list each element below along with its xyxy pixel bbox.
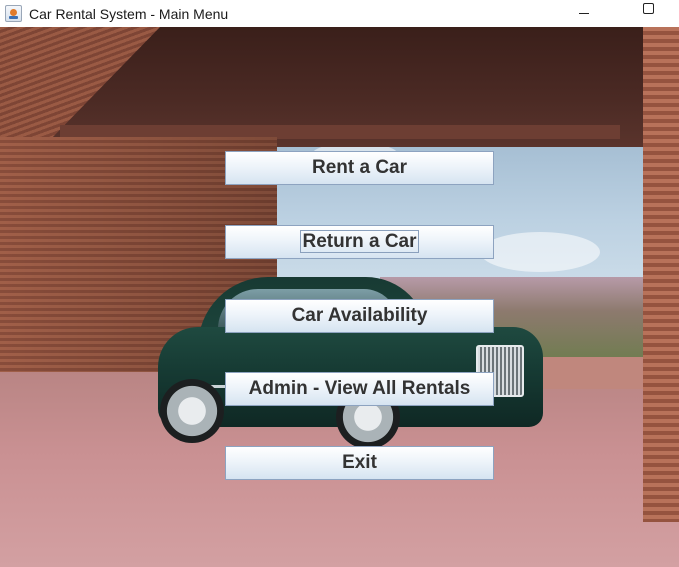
background-image bbox=[0, 27, 679, 567]
title-bar: Car Rental System - Main Menu bbox=[0, 0, 679, 27]
car-image bbox=[158, 267, 543, 449]
minimize-button[interactable] bbox=[555, 0, 617, 27]
window-controls bbox=[555, 0, 679, 27]
rent-car-button[interactable]: Rent a Car bbox=[225, 151, 494, 185]
return-car-button[interactable]: Return a Car bbox=[225, 225, 494, 259]
exit-label: Exit bbox=[342, 452, 377, 473]
car-availability-button[interactable]: Car Availability bbox=[225, 299, 494, 333]
minimize-icon bbox=[579, 13, 589, 14]
rent-car-label: Rent a Car bbox=[311, 157, 408, 178]
admin-view-rentals-label: Admin - View All Rentals bbox=[248, 378, 471, 399]
maximize-icon bbox=[643, 3, 654, 14]
java-app-icon bbox=[5, 5, 22, 22]
return-car-label: Return a Car bbox=[300, 230, 419, 253]
window-title: Car Rental System - Main Menu bbox=[29, 5, 229, 22]
car-wheel-rear bbox=[160, 379, 224, 443]
brick-pillar-right bbox=[643, 27, 679, 522]
maximize-button[interactable] bbox=[617, 0, 679, 27]
admin-view-rentals-button[interactable]: Admin - View All Rentals bbox=[225, 372, 494, 406]
exit-button[interactable]: Exit bbox=[225, 446, 494, 480]
car-availability-label: Car Availability bbox=[291, 305, 428, 326]
